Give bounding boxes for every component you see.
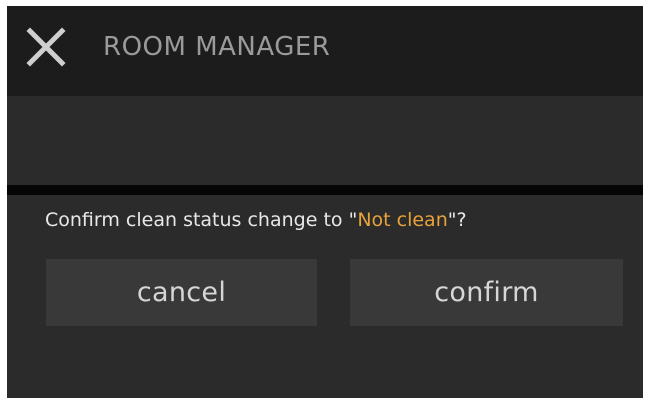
cancel-button[interactable]: cancel — [46, 259, 317, 326]
content-band — [7, 96, 643, 185]
divider — [7, 185, 643, 195]
message-suffix: "? — [447, 209, 467, 231]
status-value: Not clean — [357, 209, 448, 231]
room-manager-dialog: ROOM MANAGER Confirm clean status change… — [7, 6, 643, 398]
header-bar: ROOM MANAGER — [7, 6, 643, 96]
message-prefix: Confirm clean status change to " — [45, 209, 358, 231]
confirm-message: Confirm clean status change to "Not clea… — [45, 207, 467, 233]
confirm-button[interactable]: confirm — [350, 259, 623, 326]
close-icon[interactable] — [26, 27, 66, 67]
page-title: ROOM MANAGER — [103, 32, 331, 62]
screen: ROOM MANAGER Confirm clean status change… — [0, 0, 650, 398]
